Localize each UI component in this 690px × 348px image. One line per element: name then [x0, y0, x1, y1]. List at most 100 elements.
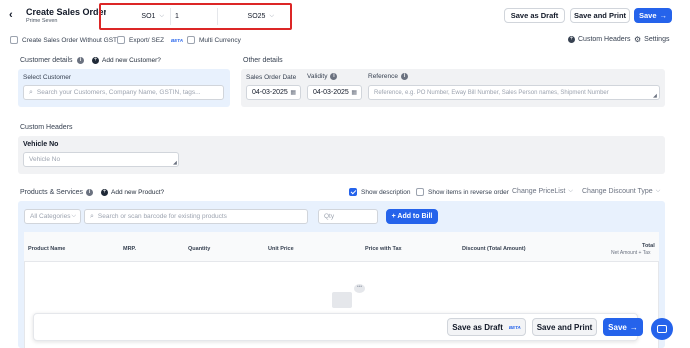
change-pricelist-dropdown[interactable]: Change PriceList ⌵: [512, 188, 573, 195]
reverse-order-label: Show items in reverse order: [428, 188, 509, 196]
search-icon: ⌕: [90, 212, 94, 220]
without-gst-label: Create Sales Order Without GST: [22, 36, 118, 44]
chevron-down-icon: ⌵: [159, 13, 164, 19]
order-date-label: Sales Order Date: [246, 74, 297, 81]
series-number-input[interactable]: 1: [170, 8, 218, 25]
customer-section-label: Customer details: [20, 57, 73, 64]
validity-date-value: 04-03-2025: [313, 89, 349, 96]
reference-placeholder: Reference, e.g. PO Number, Eway Bill Num…: [374, 89, 609, 96]
plus-circle-icon: +: [101, 189, 108, 196]
add-to-bill-label: + Add to Bill: [391, 213, 433, 220]
customer-search-input[interactable]: ⌕ Search your Customers, Company Name, G…: [23, 85, 224, 100]
product-search-placeholder: Search or scan barcode for existing prod…: [97, 213, 227, 220]
arrow-right-icon: →: [659, 11, 668, 20]
vehicle-no-label: Vehicle No: [23, 141, 59, 148]
back-arrow-icon[interactable]: ‹: [9, 9, 13, 21]
footer-beta-badge: BETA: [508, 324, 521, 330]
vehicle-no-input[interactable]: Vehicle No: [23, 152, 179, 167]
empty-box-shape: [332, 292, 352, 308]
plus-circle-icon: +: [568, 36, 575, 43]
save-button[interactable]: Save →: [634, 8, 672, 23]
search-icon: ⌕: [29, 88, 33, 96]
table-header-row: [24, 232, 659, 262]
save-label: Save: [638, 11, 657, 20]
show-description-checkbox[interactable]: [349, 188, 357, 196]
save-draft-button[interactable]: Save as Draft: [504, 8, 565, 23]
chat-icon: [657, 325, 667, 333]
col-product-name: Product Name: [28, 246, 66, 252]
resize-handle-icon[interactable]: ◢: [173, 160, 177, 166]
series-number-value: 1: [175, 13, 179, 20]
products-section-label: Products & Services: [20, 189, 84, 196]
vehicle-no-placeholder: Vehicle No: [29, 156, 61, 163]
page-title: Create Sales Order: [26, 7, 108, 17]
beta-badge: BETA: [171, 37, 183, 43]
plus-circle-icon: +: [92, 57, 99, 64]
change-discount-dropdown[interactable]: Change Discount Type ⌵: [582, 188, 660, 195]
custom-headers-section-label: Custom Headers: [20, 124, 73, 131]
col-quantity: Quantity: [188, 246, 211, 252]
order-date-input[interactable]: 04-03-2025 ▦: [246, 85, 301, 100]
chat-bubble-icon: •••: [354, 284, 365, 293]
series-suffix-value: SO25: [247, 13, 266, 20]
add-new-product-label: Add new Product?: [111, 189, 165, 196]
validity-date-input[interactable]: 04-03-2025 ▦: [307, 85, 362, 100]
add-to-bill-button[interactable]: + Add to Bill: [386, 209, 438, 224]
info-icon: i: [77, 57, 84, 64]
footer-save-draft-button[interactable]: Save as Draft BETA: [447, 318, 526, 336]
chevron-down-icon: ⌵: [568, 188, 573, 194]
calendar-icon: ▦: [290, 90, 296, 96]
add-new-customer-label: Add new Customer?: [102, 57, 161, 64]
info-icon: i: [330, 73, 338, 80]
validity-label: Validity: [307, 73, 328, 80]
info-icon: i: [86, 189, 93, 196]
custom-headers-link[interactable]: + Custom Headers: [568, 36, 631, 43]
footer-save-draft-label: Save as Draft: [452, 322, 503, 332]
calendar-icon: ▦: [351, 90, 357, 96]
select-customer-label: Select Customer: [23, 74, 72, 81]
company-name: Prime Seven: [26, 18, 58, 24]
qty-placeholder: Qty: [324, 213, 335, 220]
multi-currency-checkbox[interactable]: [187, 36, 195, 44]
category-select[interactable]: All Categories ⌵: [24, 209, 81, 224]
reference-input[interactable]: Reference, e.g. PO Number, Eway Bill Num…: [368, 85, 660, 100]
col-price-with-tax: Price with Tax: [365, 246, 402, 252]
footer-save-button[interactable]: Save →: [603, 318, 643, 336]
reverse-order-checkbox[interactable]: [416, 188, 424, 196]
save-print-label: Save and Print: [573, 11, 627, 20]
series-prefix-select[interactable]: SO1 ⌵: [106, 8, 168, 25]
add-new-product-link[interactable]: + Add new Product?: [101, 189, 164, 196]
col-total: Total: [642, 243, 655, 249]
reference-label-group: Reference i: [368, 73, 408, 80]
col-unit-price: Unit Price: [268, 246, 294, 252]
add-new-customer-link[interactable]: + Add new Customer?: [92, 57, 161, 64]
series-prefix-value: SO1: [141, 13, 156, 20]
reference-label: Reference: [368, 73, 398, 80]
without-gst-checkbox[interactable]: [10, 36, 18, 44]
series-suffix-select[interactable]: SO25 ⌵: [220, 8, 278, 25]
export-option[interactable]: Export/ SEZ BETA: [117, 36, 183, 44]
without-gst-option[interactable]: Create Sales Order Without GST: [10, 36, 117, 44]
footer-save-label: Save: [608, 322, 627, 332]
chevron-down-icon: ⌵: [71, 213, 76, 219]
other-details-label: Other details: [243, 57, 283, 64]
arrow-right-icon: →: [629, 322, 638, 332]
resize-handle-icon[interactable]: ◢: [653, 93, 657, 99]
multi-currency-option[interactable]: Multi Currency: [187, 36, 241, 44]
custom-headers-label: Custom Headers: [578, 36, 631, 43]
settings-link[interactable]: ⚙ Settings: [634, 35, 669, 44]
product-search-input[interactable]: ⌕ Search or scan barcode for existing pr…: [84, 209, 308, 224]
empty-state-illustration: •••: [330, 284, 370, 314]
order-date-value: 04-03-2025: [252, 89, 288, 96]
reverse-order-option[interactable]: Show items in reverse order: [416, 188, 509, 196]
show-description-label: Show description: [361, 188, 411, 196]
show-description-option[interactable]: Show description: [349, 188, 411, 196]
footer-save-print-button[interactable]: Save and Print: [532, 318, 597, 336]
settings-label: Settings: [644, 36, 670, 43]
export-label: Export/ SEZ: [129, 36, 165, 44]
export-checkbox[interactable]: [117, 36, 125, 44]
chat-widget-button[interactable]: [651, 318, 673, 340]
category-placeholder: All Categories: [30, 213, 71, 220]
qty-input[interactable]: Qty: [318, 209, 378, 224]
save-print-button[interactable]: Save and Print: [570, 8, 630, 23]
